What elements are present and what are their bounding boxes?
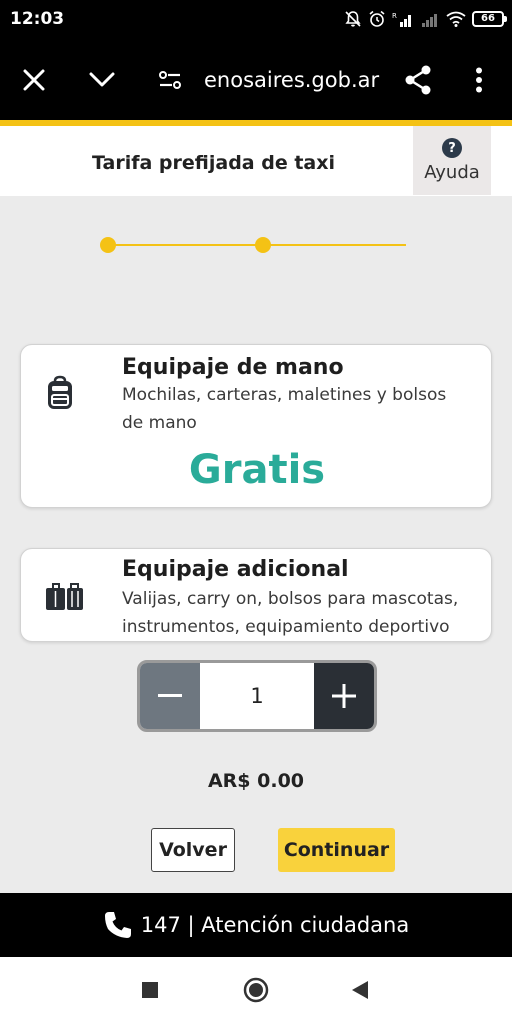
card-description: Mochilas, carteras, maletines y bolsos d… xyxy=(122,385,447,433)
progress-stepper xyxy=(100,236,408,254)
card-title: Equipaje adicional xyxy=(122,557,349,582)
increment-button[interactable] xyxy=(314,663,374,729)
home-circle-icon xyxy=(243,977,269,1003)
additional-luggage-card: Equipaje adicional Valijas, carry on, bo… xyxy=(20,548,492,642)
status-bar: 12:03 R 66 xyxy=(0,0,512,40)
bell-off-icon xyxy=(345,11,361,27)
url-text[interactable]: enosaires.gob.ar xyxy=(204,68,379,92)
svg-text:R: R xyxy=(392,12,397,20)
collapse-button[interactable] xyxy=(82,60,122,100)
minus-icon xyxy=(158,694,182,697)
card-title: Equipaje de mano xyxy=(122,355,344,380)
share-icon xyxy=(405,65,431,95)
recents-button[interactable] xyxy=(135,975,165,1005)
status-time: 12:03 xyxy=(10,9,65,29)
triangle-back-icon xyxy=(352,981,368,999)
page-title: Tarifa prefijada de taxi xyxy=(92,152,336,174)
battery-level: 66 xyxy=(481,13,495,24)
card-description: Valijas, carry on, bolsos para mascotas,… xyxy=(122,589,459,637)
continue-button[interactable]: Continuar xyxy=(278,828,395,872)
help-button[interactable]: ? Ayuda xyxy=(413,126,491,195)
chevron-down-icon xyxy=(89,72,115,87)
wifi-icon xyxy=(446,11,466,27)
phone-icon xyxy=(104,912,131,938)
more-options-button[interactable] xyxy=(459,60,499,100)
site-settings-button[interactable] xyxy=(150,60,190,100)
hand-luggage-card: Equipaje de mano Mochilas, carteras, mal… xyxy=(20,344,492,508)
total-price: AR$ 0.00 xyxy=(207,770,305,792)
alarm-icon xyxy=(369,10,385,27)
close-icon xyxy=(23,69,45,91)
square-icon xyxy=(142,982,158,998)
tune-icon xyxy=(159,71,181,89)
browser-toolbar: enosaires.gob.ar xyxy=(0,40,512,120)
plus-icon xyxy=(332,684,356,708)
home-button[interactable] xyxy=(241,975,271,1005)
status-icons: R 66 xyxy=(344,8,507,30)
step-dot-1 xyxy=(100,237,116,253)
page-header: Tarifa prefijada de taxi ? Ayuda xyxy=(0,126,512,196)
back-button[interactable]: Volver xyxy=(151,828,235,872)
luggage-icon xyxy=(46,583,83,610)
battery-icon: 66 xyxy=(472,11,507,27)
signal-weak-icon xyxy=(422,14,437,27)
help-label: Ayuda xyxy=(424,162,480,183)
close-button[interactable] xyxy=(14,60,54,100)
share-button[interactable] xyxy=(398,60,438,100)
help-icon: ? xyxy=(442,138,462,158)
signal-icon: R xyxy=(392,12,411,27)
decrement-button[interactable] xyxy=(140,663,200,729)
footer-text: 147 | Atención ciudadana xyxy=(140,913,410,937)
citizen-service-footer[interactable]: 147 | Atención ciudadana xyxy=(0,893,512,957)
more-vert-icon xyxy=(476,67,482,93)
back-nav-button[interactable] xyxy=(345,975,375,1005)
backpack-icon xyxy=(48,375,72,409)
system-nav-bar xyxy=(0,957,512,1024)
step-dot-2 xyxy=(255,237,271,253)
card-price: Gratis xyxy=(188,447,326,493)
quantity-value[interactable]: 1 xyxy=(200,663,314,729)
quantity-stepper: 1 xyxy=(137,660,377,732)
